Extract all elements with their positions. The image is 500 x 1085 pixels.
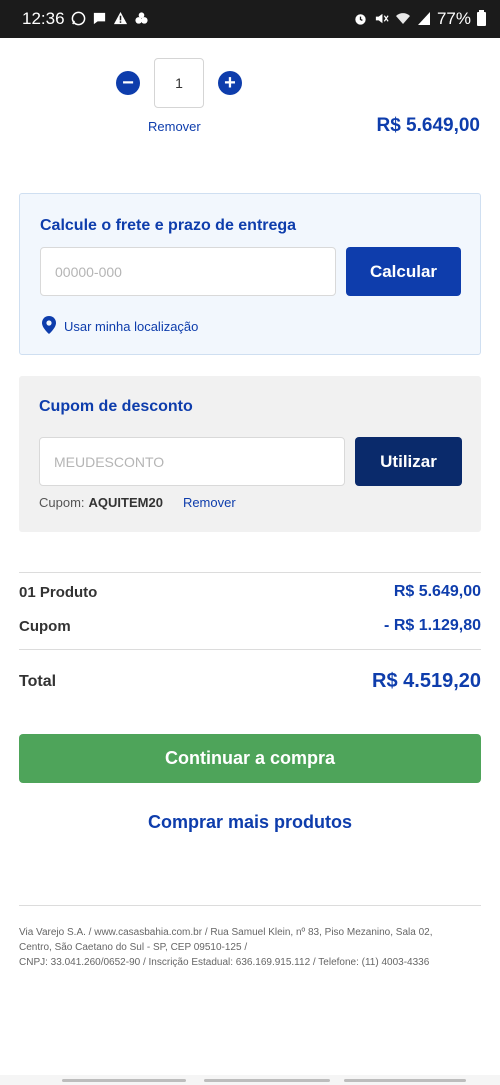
summary-products-row: 01 Produto R$ 5.649,00 [19,583,481,601]
quantity-field[interactable]: 1 [154,58,204,108]
status-left: 12:36 [22,9,149,29]
footer-divider [19,905,481,906]
wifi-icon [395,11,411,28]
total-label: Total [19,672,57,690]
buy-more-products-link[interactable]: Comprar mais produtos [0,812,500,833]
signal-icon [417,11,431,28]
applied-coupon: Cupom: AQUITEM20 Remover [39,495,236,510]
alert-icon [113,11,128,28]
company-footer: Via Varejo S.A. / www.casasbahia.com.br … [19,925,485,970]
quantity-stepper: − 1 + [116,58,242,108]
use-location-label: Usar minha localização [64,319,199,334]
apply-coupon-button[interactable]: Utilizar [355,437,462,486]
app-icon [134,11,149,28]
item-price: R$ 5.649,00 [376,115,480,136]
summary-divider-top [19,572,481,573]
footer-line-2: Centro, São Caetano do Sul - SP, CEP 095… [19,942,248,953]
decrease-quantity-button[interactable]: − [116,71,140,95]
status-bar: 12:36 77% [0,0,500,38]
products-value: R$ 5.649,00 [393,583,481,600]
system-navigation-bar [0,1075,500,1085]
whatsapp-icon [71,11,86,28]
location-pin-icon [42,316,56,337]
footer-line-3: CNPJ: 33.041.260/0652-90 / Inscrição Est… [19,957,430,968]
message-icon [92,11,107,28]
summary-coupon-row: Cupom - R$ 1.129,80 [19,617,481,635]
alarm-icon [353,11,368,28]
battery-icon [477,10,486,26]
coupon-section: Cupom de desconto MEUDESCONTO Utilizar C… [19,376,481,532]
nav-home-indicator[interactable] [204,1079,330,1082]
coupon-title: Cupom de desconto [39,398,193,415]
total-value: R$ 4.519,20 [372,670,481,692]
plus-icon: + [224,72,236,94]
nav-recents-indicator[interactable] [62,1079,186,1082]
coupon-discount-label: Cupom [19,617,71,635]
remove-coupon-link[interactable]: Remover [183,495,236,510]
shipping-title: Calcule o frete e prazo de entrega [40,217,297,234]
applied-coupon-code: AQUITEM20 [88,495,163,510]
minus-icon: − [122,72,134,94]
remove-item-link[interactable]: Remover [148,119,201,134]
mute-icon [374,11,389,28]
calculate-button[interactable]: Calcular [346,247,461,296]
products-label: 01 Produto [19,583,98,601]
increase-quantity-button[interactable]: + [218,71,242,95]
continue-purchase-button[interactable]: Continuar a compra [19,734,481,783]
cep-placeholder: 00000-000 [55,263,122,280]
coupon-input[interactable]: MEUDESCONTO [39,437,345,486]
coupon-discount-value: - R$ 1.129,80 [384,617,481,634]
summary-divider-bottom [19,649,481,650]
coupon-placeholder: MEUDESCONTO [54,453,165,470]
cep-input[interactable]: 00000-000 [40,247,336,296]
status-right: 77% [353,9,486,29]
status-time: 12:36 [22,9,65,28]
use-location-link[interactable]: Usar minha localização [42,316,198,337]
shipping-calculator: Calcule o frete e prazo de entrega 00000… [19,193,481,355]
nav-back-indicator[interactable] [344,1079,466,1082]
summary-total-row: Total R$ 4.519,20 [19,670,481,693]
footer-line-1: Via Varejo S.A. / www.casasbahia.com.br … [19,927,433,938]
battery-percent: 77% [436,9,471,28]
applied-coupon-prefix: Cupom: [39,495,85,510]
